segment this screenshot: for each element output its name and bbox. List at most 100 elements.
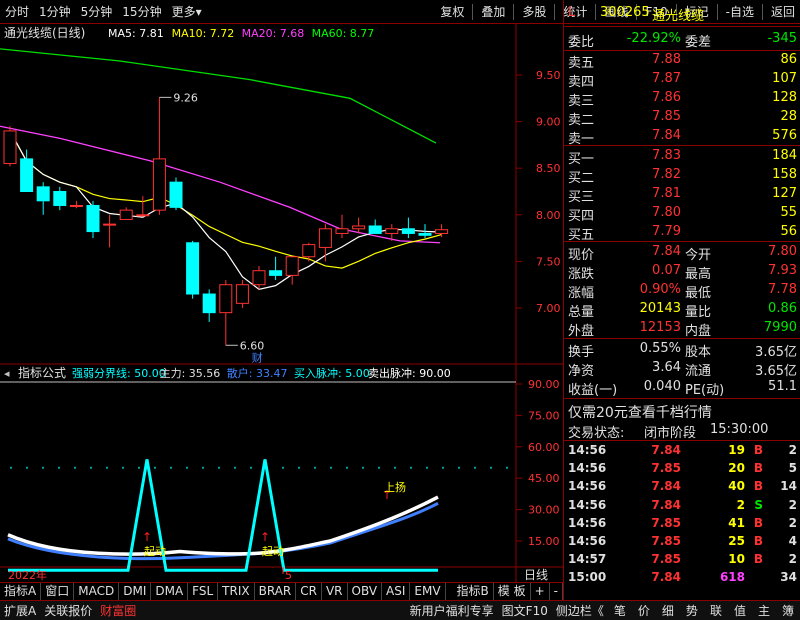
promo-link[interactable]: 仅需20元查看千档行情 [568, 402, 712, 422]
threshold-dot [202, 466, 204, 469]
chart-area[interactable]: 通光线缆(日线) MA5: 7.81 MA10: 7.72 MA20: 7.68 MA6… [0, 24, 563, 582]
toolbar-period-2[interactable]: 5分钟 [76, 3, 118, 20]
order-diff-label: 委差 [685, 35, 712, 50]
threshold-dot [26, 466, 28, 469]
tick-side: B [753, 534, 763, 548]
indicator-tab-5[interactable]: FSL [188, 582, 219, 600]
indicator-collapse-icon[interactable]: ◂ [4, 367, 10, 380]
stat-value: 20143 [639, 301, 681, 316]
side-tool-icon[interactable]: 势 [680, 602, 704, 619]
bottom-tab-2[interactable]: 财富圈 [96, 602, 140, 619]
indicator-tab-2[interactable]: MACD [74, 582, 120, 600]
order-ratio-row: 委比 -22.92% 委差 -345 [564, 30, 800, 50]
fundamental-value: 3.64 [652, 360, 681, 375]
indicator-tab-0[interactable]: 指标A [0, 582, 42, 600]
bottom-status-bar: 扩展A 关联报价 财富圈 新用户福利专享 图文F10 侧边栏《笔价细势联值主簿 [0, 600, 800, 620]
bid-row: 买二 7.82 158 [564, 166, 800, 186]
toolbar-btn-2[interactable]: 多股 [517, 3, 551, 20]
toolbar-btn-1[interactable]: 叠加 [476, 3, 510, 20]
bid-volume: 55 [780, 205, 797, 220]
candle [53, 186, 67, 211]
bottom-link-0[interactable]: 新用户福利专享 [406, 602, 498, 619]
stock-name[interactable]: 通光线缆 [652, 5, 704, 24]
threshold-dot [42, 466, 44, 469]
threshold-dot [234, 466, 236, 469]
tick-time: 15:00 [568, 570, 607, 585]
indicator-tab-16[interactable]: - [550, 582, 563, 600]
tick-price: 7.85 [651, 534, 681, 548]
signal-label: 起动 [262, 545, 284, 558]
ask-row: 卖一 7.84 576 [564, 127, 800, 147]
toolbar-period-3[interactable]: 15分钟 [117, 3, 166, 20]
ask-label: 卖五 [568, 56, 595, 71]
tick-time: 14:56 [568, 461, 607, 476]
tick-time: 14:56 [568, 534, 607, 548]
ask-label: 卖二 [568, 113, 595, 128]
toolbar-btn-0[interactable]: 复权 [435, 3, 469, 20]
stock-code[interactable]: 300265 [600, 5, 650, 20]
stat-label: 涨跌 [568, 267, 595, 282]
indicator-tab-4[interactable]: DMA [151, 582, 189, 600]
side-tool-icon[interactable]: 值 [728, 602, 752, 619]
tick-count: 34 [780, 570, 797, 585]
tick-price: 7.84 [651, 497, 681, 512]
indicator-tab-9[interactable]: VR [322, 582, 348, 600]
period-label[interactable]: 日线 [524, 568, 548, 582]
indicator-tab-10[interactable]: OBV [348, 582, 383, 600]
quote-header: L 300265 通光线缆 [564, 4, 800, 24]
bottom-tab-0[interactable]: 扩展A [0, 602, 40, 619]
fundamental-value: 51.1 [768, 379, 797, 394]
indicator-tick-label: 75.00 [528, 409, 560, 422]
stat-value: 7.84 [652, 244, 681, 259]
finance-marker[interactable]: 财 [252, 350, 263, 364]
indicator-tab-14[interactable]: 模 板 [494, 582, 531, 600]
side-tool-icon[interactable]: 细 [656, 602, 680, 619]
indicator-tab-7[interactable]: BRAR [255, 582, 297, 600]
side-tool-icon[interactable]: 价 [632, 602, 656, 619]
tick-time: 14:56 [568, 515, 607, 530]
ask-label: 卖三 [568, 94, 595, 109]
fundamental-value: 0.040 [643, 379, 681, 394]
indicator-tab-12[interactable]: EMV [410, 582, 446, 600]
indicator-tab-3[interactable]: DMI [119, 582, 152, 600]
side-tool-icon[interactable]: 联 [704, 602, 728, 619]
side-tool-icon[interactable]: 笔 [608, 602, 632, 619]
toolbar-divider [472, 3, 474, 20]
tick-side: B [753, 515, 763, 530]
tick-row: 14:56 7.84 2 S 2 [564, 497, 800, 515]
threshold-dot [506, 466, 508, 469]
tick-side: B [753, 461, 763, 476]
candle [103, 214, 117, 248]
tick-volume: 20 [728, 461, 745, 476]
candle [335, 214, 349, 239]
ask-volume: 28 [780, 109, 797, 124]
toolbar-period-0[interactable]: 分时 [0, 3, 34, 20]
side-tool-icon[interactable]: 主 [752, 602, 776, 619]
tick-time: 14:56 [568, 443, 607, 457]
indicator-tab-13[interactable]: 指标B [453, 582, 494, 600]
stat-label: 内盘 [685, 324, 712, 339]
indicator-tab-6[interactable]: TRIX [218, 582, 255, 600]
indicator-tab-8[interactable]: CR [296, 582, 322, 600]
indicator-tick-label: 30.00 [528, 504, 560, 517]
toolbar-period-1[interactable]: 1分钟 [34, 3, 76, 20]
indicator-tab-1[interactable]: 窗口 [41, 582, 75, 600]
indicator-name[interactable]: 指标公式 [18, 365, 66, 380]
stat-value: 0.07 [652, 263, 681, 278]
bottom-link-1[interactable]: 图文F10 [498, 602, 552, 619]
order-ratio-value: -22.92% [626, 31, 681, 46]
indicator-tab-11[interactable]: ASI [382, 582, 411, 600]
indicator-param-4: 卖出脉冲: 90.00 [368, 366, 451, 380]
threshold-dot [138, 466, 140, 469]
toolbar-period-4[interactable]: 更多▾ [167, 3, 207, 20]
tick-price: 7.85 [651, 461, 681, 476]
indicator-tab-bar: 指标A 窗口 MACD DMI DMA FSL TRIX BRAR CR VR OBV ASI EMV 指… [0, 582, 563, 600]
bottom-link-2[interactable]: 侧边栏《 [552, 602, 608, 619]
indicator-tab-15[interactable]: + [531, 582, 550, 600]
stat-label: 最低 [685, 286, 712, 301]
tick-count: 5 [788, 461, 797, 476]
bottom-tab-1[interactable]: 关联报价 [40, 602, 96, 619]
candle [152, 97, 166, 215]
stat-value: 7.93 [768, 263, 797, 278]
side-tool-icon[interactable]: 簿 [776, 602, 800, 619]
